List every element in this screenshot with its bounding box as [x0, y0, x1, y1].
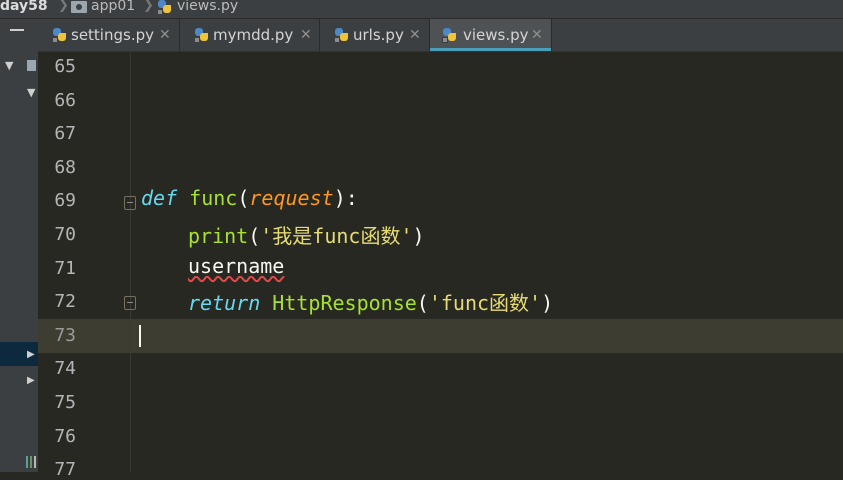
close-icon[interactable]: ✕	[300, 19, 312, 51]
code-line[interactable]: def func(request):	[141, 186, 358, 210]
tab-settings[interactable]: settings.py ✕	[38, 19, 180, 51]
project-tool-strip: ▼ ▼ ▶ ▶	[0, 19, 38, 472]
line-number: 66	[54, 89, 76, 111]
line-number: 73	[54, 324, 76, 346]
python-file-icon	[194, 27, 210, 43]
line-number: 67	[54, 123, 76, 145]
collapsed-arrow-icon[interactable]: ▶	[27, 349, 35, 360]
python-file-icon	[157, 0, 173, 15]
close-icon[interactable]: ✕	[409, 19, 421, 51]
code-line[interactable]: return HttpResponse('func函数')	[188, 287, 553, 316]
line-number: 72	[54, 291, 76, 313]
line-number: 74	[54, 358, 76, 380]
code-editor[interactable]: 65 66 67 68 69 70 71 72 73 74 75 76 77 def func(requ…	[38, 52, 843, 480]
chart-icon	[26, 456, 28, 468]
close-icon[interactable]: ✕	[159, 19, 171, 51]
text-caret	[139, 325, 141, 347]
chart-icon-bar	[30, 456, 32, 468]
breadcrumb-label: app01	[91, 0, 136, 14]
code-token: request	[249, 186, 334, 211]
python-file-icon	[334, 27, 350, 43]
folder-icon	[71, 1, 87, 13]
breadcrumb: day58 ❯ app01 ❯ views.py	[0, 0, 843, 19]
tab-label: urls.py	[353, 26, 404, 44]
code-token: (	[416, 291, 429, 316]
tab-label: settings.py	[71, 26, 154, 44]
tab-urls[interactable]: urls.py ✕	[320, 19, 430, 51]
line-number: 76	[54, 425, 76, 447]
selected-tree-row[interactable]: ▶	[0, 342, 38, 366]
python-file-icon	[442, 27, 458, 43]
code-line[interactable]: print('我是func函数')	[188, 220, 425, 249]
chevron-right-icon: ❯	[143, 0, 154, 13]
line-number: 68	[54, 156, 76, 178]
breadcrumb-label: day58	[0, 0, 48, 14]
fold-marker-icon[interactable]	[124, 296, 136, 310]
folder-icon	[27, 60, 36, 71]
code-token: (	[248, 224, 261, 248]
code-token: HttpResponse	[272, 291, 417, 316]
code-line[interactable]: username	[188, 254, 284, 278]
breadcrumb-item-app[interactable]: app01	[91, 0, 135, 14]
tab-label: views.py	[463, 26, 529, 44]
code-token: (	[237, 186, 250, 211]
line-number: 77	[54, 459, 76, 480]
python-file-icon	[52, 27, 68, 43]
line-number: 69	[54, 190, 76, 212]
code-token: ):	[333, 186, 358, 211]
breadcrumb-item-project[interactable]: day58	[0, 0, 48, 14]
code-token: username	[188, 253, 285, 278]
tab-views[interactable]: views.py ✕	[430, 19, 552, 51]
editor-tab-bar: settings.py ✕ mymdd.py ✕ urls.py ✕ views…	[38, 19, 843, 52]
code-token: return	[188, 291, 261, 316]
tab-mymdd[interactable]: mymdd.py ✕	[180, 19, 320, 51]
line-number: 75	[54, 392, 76, 413]
code-token: print	[188, 224, 249, 248]
expand-arrow-icon[interactable]: ▼	[5, 60, 13, 71]
line-number: 71	[54, 257, 76, 279]
code-token: '我是func函数'	[260, 224, 413, 248]
fold-marker-icon[interactable]	[124, 196, 136, 210]
code-token: )	[541, 291, 554, 316]
code-token: 'func函数'	[428, 291, 542, 316]
current-line-highlight	[38, 319, 843, 353]
indent-guide	[130, 52, 131, 472]
breadcrumb-item-file[interactable]: views.py	[177, 0, 238, 14]
tab-label: mymdd.py	[213, 26, 294, 44]
chevron-right-icon: ❯	[58, 0, 69, 13]
close-icon[interactable]: ✕	[531, 19, 543, 51]
code-token: def	[141, 186, 178, 211]
code-token: func	[189, 186, 238, 211]
code-token: )	[412, 224, 425, 248]
line-number: 65	[54, 56, 76, 77]
chart-icon-bar	[34, 456, 36, 468]
collapsed-arrow-icon[interactable]: ▶	[27, 375, 35, 386]
collapse-all-icon[interactable]	[10, 29, 24, 31]
expand-arrow-icon[interactable]: ▼	[27, 87, 35, 98]
line-number: 70	[54, 224, 76, 245]
breadcrumb-label: views.py	[177, 0, 239, 14]
